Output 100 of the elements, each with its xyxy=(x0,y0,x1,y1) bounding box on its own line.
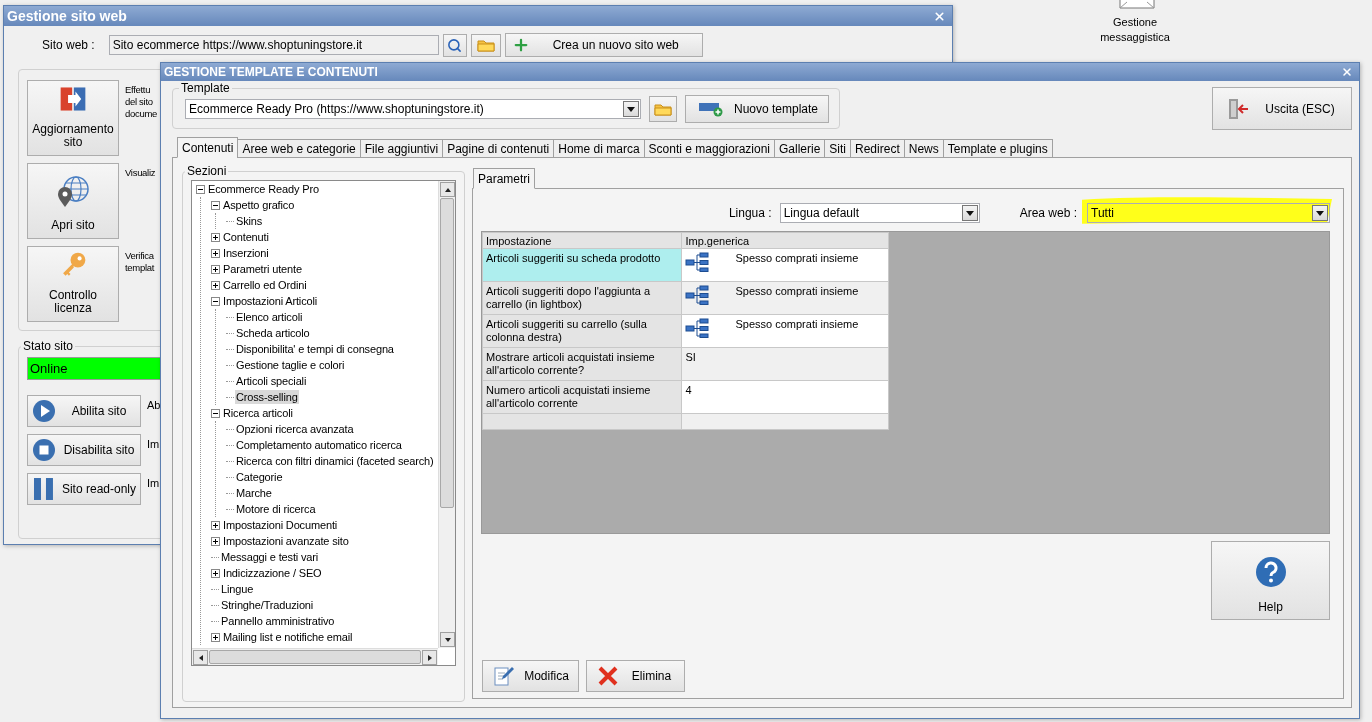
tree-item[interactable]: Impostazioni avanzate sito xyxy=(222,534,350,548)
tree-item[interactable]: Categorie xyxy=(235,470,284,484)
dropdown-button[interactable] xyxy=(623,101,639,117)
hierarchy-icon xyxy=(685,318,710,338)
desktop-icon-label[interactable]: Gestione messaggistica xyxy=(1085,15,1185,45)
area-select[interactable]: Tutti xyxy=(1087,203,1330,223)
tree-item[interactable]: Skins xyxy=(235,214,264,228)
table-cell[interactable]: Mostrare articoli acquistati insieme all'articolo corrente? xyxy=(482,347,682,381)
new-template-button[interactable]: Nuovo template xyxy=(685,95,829,123)
table-cell[interactable]: Articoli suggeriti su carrello (sulla colonna destra) xyxy=(482,314,682,348)
close-button[interactable] xyxy=(1341,66,1353,78)
site-field[interactable]: Sito ecommerce https://www.shoptuningstore.it xyxy=(108,35,439,55)
play-icon xyxy=(32,399,56,423)
tree-item[interactable]: Ecommerce Ready Pro xyxy=(207,182,320,196)
delete-button[interactable]: Elimina xyxy=(586,660,685,692)
search-button[interactable] xyxy=(442,33,467,57)
group-title: Sezioni xyxy=(186,164,228,178)
tree-item[interactable]: Indicizzazione / SEO xyxy=(222,566,323,580)
close-button[interactable] xyxy=(933,9,946,23)
tree-item[interactable]: Marche xyxy=(235,486,273,500)
tree-item[interactable]: Ricerca articoli xyxy=(222,406,294,420)
search-icon xyxy=(447,37,463,53)
field-label: Lingua : xyxy=(728,206,772,220)
template-select[interactable]: Ecommerce Ready Pro (https://www.shoptuningstore.it) xyxy=(185,99,641,119)
tree-item[interactable]: Aspetto grafico xyxy=(222,198,296,212)
tree-item[interactable]: Pannello amministrativo xyxy=(220,614,336,628)
status-button[interactable]: Abilita sito xyxy=(27,395,141,427)
tree-item[interactable]: Carrello ed Ordini xyxy=(222,278,308,292)
dropdown-button[interactable] xyxy=(1312,205,1328,221)
expand-icon[interactable] xyxy=(211,264,220,274)
tree-item[interactable]: Cross-selling xyxy=(235,390,299,404)
vertical-scrollbar[interactable] xyxy=(438,181,455,648)
tree-item[interactable]: Stringhe/Traduzioni xyxy=(220,598,315,612)
tab[interactable]: Aree web e categorie xyxy=(237,139,361,158)
expand-icon[interactable] xyxy=(211,248,220,258)
tab[interactable]: File aggiuntivi xyxy=(359,139,444,158)
table-cell[interactable]: Articoli suggeriti dopo l'aggiunta a carrello (in lightbox) xyxy=(482,281,682,315)
hierarchy-icon xyxy=(685,252,710,272)
collapse-icon[interactable] xyxy=(211,408,220,418)
tree-item[interactable]: Motore di ricerca xyxy=(235,502,317,516)
tab[interactable]: Template e plugins xyxy=(942,139,1053,158)
horizontal-scrollbar[interactable] xyxy=(192,648,438,665)
header-cell: Impostazione xyxy=(482,232,682,249)
tree-item[interactable]: Scheda articolo xyxy=(235,326,311,340)
tree-item[interactable]: Impostazioni Articoli xyxy=(222,294,319,308)
tab[interactable]: Pagine di contenuti xyxy=(442,139,555,158)
action-button[interactable]: Aggiornamento sito xyxy=(27,80,119,156)
expand-icon[interactable] xyxy=(211,520,220,530)
tree-item[interactable]: Impostazioni Documenti xyxy=(222,518,339,532)
expand-icon[interactable] xyxy=(211,632,220,642)
stop-icon xyxy=(32,438,56,462)
tree-item[interactable]: Contenuti xyxy=(222,230,270,244)
help-button[interactable]: Help xyxy=(1211,541,1330,620)
tree-item[interactable]: Elenco articoli xyxy=(235,310,304,324)
create-site-button[interactable]: Crea un nuovo sito web xyxy=(504,33,703,57)
status-button[interactable]: Sito read-only xyxy=(27,473,141,505)
expand-icon[interactable] xyxy=(211,568,220,578)
expand-icon[interactable] xyxy=(211,280,220,290)
table-cell[interactable]: Spesso comprati insieme xyxy=(681,314,889,348)
tree-item[interactable]: Ricerca con filtri dinamici (faceted search) xyxy=(235,454,435,468)
window-title: Gestione sito web xyxy=(7,8,127,24)
tree-item[interactable]: Gestione taglie e colori xyxy=(235,358,346,372)
expand-icon[interactable] xyxy=(211,232,220,242)
tree-item[interactable]: Lingue xyxy=(220,582,255,596)
expand-icon[interactable] xyxy=(211,536,220,546)
exit-button[interactable]: Uscita (ESC) xyxy=(1212,87,1352,130)
language-select[interactable]: Lingua default xyxy=(779,203,980,223)
dropdown-button[interactable] xyxy=(961,205,978,221)
caret-icon xyxy=(965,210,974,216)
tree-item[interactable]: Messaggi e testi vari xyxy=(220,550,320,564)
tab[interactable]: Parametri xyxy=(473,168,535,189)
description-text: Effettu del sito docume xyxy=(125,83,157,120)
collapse-icon[interactable] xyxy=(211,200,220,210)
table-cell[interactable]: SI xyxy=(681,347,889,381)
scroll-down-arrow-icon[interactable] xyxy=(443,635,452,644)
status-button[interactable]: Disabilita sito xyxy=(27,434,141,466)
table-cell[interactable]: Numero articoli acquistati insieme all'articolo corrente xyxy=(482,380,682,414)
table-cell[interactable]: Spesso comprati insieme xyxy=(681,281,889,315)
table-cell[interactable]: Articoli suggeriti su scheda prodotto xyxy=(482,248,682,282)
tree-item[interactable]: Mailing list e notifiche email xyxy=(222,630,354,644)
collapse-icon[interactable] xyxy=(211,296,220,306)
delete-icon xyxy=(597,665,619,687)
scroll-right-arrow-icon[interactable] xyxy=(425,653,434,662)
action-button[interactable]: Controllo licenza xyxy=(27,246,119,322)
tab[interactable]: Contenuti xyxy=(177,137,239,158)
table-cell[interactable]: 4 xyxy=(681,380,889,414)
tree-item[interactable]: Inserzioni xyxy=(222,246,270,260)
description-text: Verifica templat xyxy=(125,249,155,274)
action-button[interactable]: Apri sito xyxy=(27,163,119,239)
description-text: Ab xyxy=(147,398,161,411)
tree-item[interactable]: Articoli speciali xyxy=(235,374,308,388)
tree-item[interactable]: Parametri utente xyxy=(222,262,303,276)
tree-item[interactable]: Opzioni ricerca avanzata xyxy=(235,422,355,436)
tree-item[interactable]: Disponibilita' e tempi di consegna xyxy=(235,342,395,356)
folder-icon xyxy=(654,102,672,116)
tree-item[interactable]: Completamento automatico ricerca xyxy=(235,438,403,452)
collapse-icon[interactable] xyxy=(196,184,205,194)
tab[interactable]: Sconti e maggiorazioni xyxy=(643,139,775,158)
edit-button[interactable]: Modifica xyxy=(482,660,579,692)
table-cell[interactable]: Spesso comprati insieme xyxy=(681,248,889,282)
